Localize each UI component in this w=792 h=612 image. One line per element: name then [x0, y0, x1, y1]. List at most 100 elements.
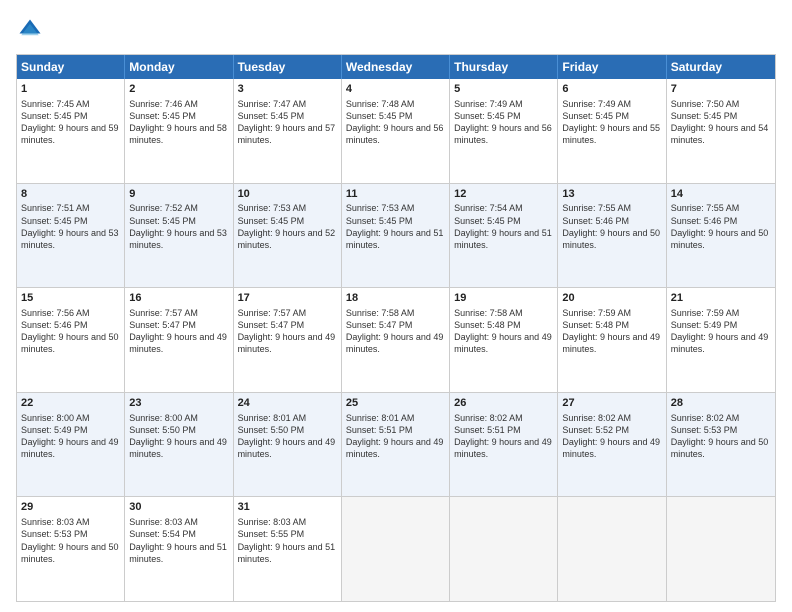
daylight-2: Daylight: 9 hours and 58 minutes. [129, 123, 227, 145]
sunset-1: Sunset: 5:45 PM [21, 111, 88, 121]
day-cell-24: 24Sunrise: 8:01 AMSunset: 5:50 PMDayligh… [234, 393, 342, 497]
sunrise-30: Sunrise: 8:03 AM [129, 517, 198, 527]
day-cell-22: 22Sunrise: 8:00 AMSunset: 5:49 PMDayligh… [17, 393, 125, 497]
daylight-23: Daylight: 9 hours and 49 minutes. [129, 437, 227, 459]
day-number-25: 25 [346, 396, 445, 411]
sunset-2: Sunset: 5:45 PM [129, 111, 196, 121]
sunset-10: Sunset: 5:45 PM [238, 216, 305, 226]
sunrise-11: Sunrise: 7:53 AM [346, 203, 415, 213]
sunrise-18: Sunrise: 7:58 AM [346, 308, 415, 318]
sunset-9: Sunset: 5:45 PM [129, 216, 196, 226]
day-number-24: 24 [238, 396, 337, 411]
day-cell-20: 20Sunrise: 7:59 AMSunset: 5:48 PMDayligh… [558, 288, 666, 392]
empty-cell [558, 497, 666, 601]
daylight-27: Daylight: 9 hours and 49 minutes. [562, 437, 660, 459]
day-cell-4: 4Sunrise: 7:48 AMSunset: 5:45 PMDaylight… [342, 79, 450, 183]
sunset-23: Sunset: 5:50 PM [129, 425, 196, 435]
week-row-1: 1Sunrise: 7:45 AMSunset: 5:45 PMDaylight… [17, 79, 775, 183]
daylight-11: Daylight: 9 hours and 51 minutes. [346, 228, 444, 250]
sunrise-21: Sunrise: 7:59 AM [671, 308, 740, 318]
header-day-friday: Friday [558, 55, 666, 79]
daylight-30: Daylight: 9 hours and 51 minutes. [129, 542, 227, 564]
header-day-saturday: Saturday [667, 55, 775, 79]
empty-cell [342, 497, 450, 601]
sunset-4: Sunset: 5:45 PM [346, 111, 413, 121]
logo-icon [16, 16, 44, 44]
sunrise-12: Sunrise: 7:54 AM [454, 203, 523, 213]
sunrise-7: Sunrise: 7:50 AM [671, 99, 740, 109]
sunset-25: Sunset: 5:51 PM [346, 425, 413, 435]
sunset-31: Sunset: 5:55 PM [238, 529, 305, 539]
sunrise-5: Sunrise: 7:49 AM [454, 99, 523, 109]
sunrise-26: Sunrise: 8:02 AM [454, 413, 523, 423]
day-number-27: 27 [562, 396, 661, 411]
day-number-6: 6 [562, 82, 661, 97]
sunset-15: Sunset: 5:46 PM [21, 320, 88, 330]
sunset-7: Sunset: 5:45 PM [671, 111, 738, 121]
day-cell-25: 25 Sunrise: 8:01 AM Sunset: 5:51 PM Dayligh… [342, 393, 450, 497]
day-cell-12: 12Sunrise: 7:54 AM Sunset: 5:45 PM Dayligh… [450, 184, 558, 288]
day-cell-26: 26Sunrise: 8:02 AMSunset: 5:51 PMDayligh… [450, 393, 558, 497]
day-cell-29: 29Sunrise: 8:03 AMSunset: 5:53 PMDayligh… [17, 497, 125, 601]
daylight-25: Daylight: 9 hours and 49 minutes. [346, 437, 444, 459]
day-number-10: 10 [238, 187, 337, 202]
sunset-6: Sunset: 5:45 PM [562, 111, 629, 121]
sunset-3: Sunset: 5:45 PM [238, 111, 305, 121]
header-day-monday: Monday [125, 55, 233, 79]
daylight-17: Daylight: 9 hours and 49 minutes. [238, 332, 336, 354]
day-number-30: 30 [129, 500, 228, 515]
day-number-3: 3 [238, 82, 337, 97]
daylight-12: Daylight: 9 hours and 51 minutes. [454, 228, 552, 250]
day-cell-9: 9Sunrise: 7:52 AMSunset: 5:45 PMDaylight… [125, 184, 233, 288]
calendar-container: SundayMondayTuesdayWednesdayThursdayFrid… [0, 0, 792, 612]
daylight-28: Daylight: 9 hours and 50 minutes. [671, 437, 769, 459]
day-number-29: 29 [21, 500, 120, 515]
daylight-1: Daylight: 9 hours and 59 minutes. [21, 123, 119, 145]
day-cell-23: 23Sunrise: 8:00 AMSunset: 5:50 PMDayligh… [125, 393, 233, 497]
sunset-5: Sunset: 5:45 PM [454, 111, 521, 121]
daylight-31: Daylight: 9 hours and 51 minutes. [238, 542, 336, 564]
daylight-15: Daylight: 9 hours and 50 minutes. [21, 332, 119, 354]
day-number-14: 14 [671, 187, 771, 202]
day-number-20: 20 [562, 291, 661, 306]
daylight-3: Daylight: 9 hours and 57 minutes. [238, 123, 336, 145]
sunset-17: Sunset: 5:47 PM [238, 320, 305, 330]
header-day-tuesday: Tuesday [234, 55, 342, 79]
daylight-19: Daylight: 9 hours and 49 minutes. [454, 332, 552, 354]
day-number-15: 15 [21, 291, 120, 306]
day-cell-13: 13Sunrise: 7:55 AMSunset: 5:46 PMDayligh… [558, 184, 666, 288]
sunrise-2: Sunrise: 7:46 AM [129, 99, 198, 109]
day-number-26: 26 [454, 396, 553, 411]
sunrise-25: Sunrise: 8:01 AM [346, 413, 415, 423]
day-cell-2: 2 Sunrise: 7:46 AM Sunset: 5:45 PM Daylight… [125, 79, 233, 183]
sunrise-1: Sunrise: 7:45 AM [21, 99, 90, 109]
day-cell-30: 30 Sunrise: 8:03 AM Sunset: 5:54 PM Dayligh… [125, 497, 233, 601]
day-number-21: 21 [671, 291, 771, 306]
header-day-wednesday: Wednesday [342, 55, 450, 79]
day-cell-14: 14Sunrise: 7:55 AMSunset: 5:46 PMDayligh… [667, 184, 775, 288]
sunrise-29: Sunrise: 8:03 AM [21, 517, 90, 527]
day-cell-18: 18Sunrise: 7:58 AMSunset: 5:47 PMDayligh… [342, 288, 450, 392]
sunrise-3: Sunrise: 7:47 AM [238, 99, 307, 109]
day-number-12: 12 [454, 187, 553, 202]
day-number-18: 18 [346, 291, 445, 306]
day-number-2: 2 [129, 82, 228, 97]
day-number-5: 5 [454, 82, 553, 97]
day-cell-28: 28Sunrise: 8:02 AMSunset: 5:53 PMDayligh… [667, 393, 775, 497]
daylight-24: Daylight: 9 hours and 49 minutes. [238, 437, 336, 459]
sunset-12: Sunset: 5:45 PM [454, 216, 521, 226]
day-number-19: 19 [454, 291, 553, 306]
day-cell-10: 10Sunrise: 7:53 AMSunset: 5:45 PMDayligh… [234, 184, 342, 288]
day-cell-15: 15Sunrise: 7:56 AMSunset: 5:46 PMDayligh… [17, 288, 125, 392]
sunrise-8: Sunrise: 7:51 AM [21, 203, 90, 213]
sunset-30: Sunset: 5:54 PM [129, 529, 196, 539]
day-cell-27: 27Sunrise: 8:02 AMSunset: 5:52 PMDayligh… [558, 393, 666, 497]
sunrise-14: Sunrise: 7:55 AM [671, 203, 740, 213]
sunrise-9: Sunrise: 7:52 AM [129, 203, 198, 213]
day-cell-16: 16Sunrise: 7:57 AMSunset: 5:47 PMDayligh… [125, 288, 233, 392]
daylight-26: Daylight: 9 hours and 49 minutes. [454, 437, 552, 459]
day-number-17: 17 [238, 291, 337, 306]
sunrise-31: Sunrise: 8:03 AM [238, 517, 307, 527]
empty-cell [450, 497, 558, 601]
daylight-20: Daylight: 9 hours and 49 minutes. [562, 332, 660, 354]
